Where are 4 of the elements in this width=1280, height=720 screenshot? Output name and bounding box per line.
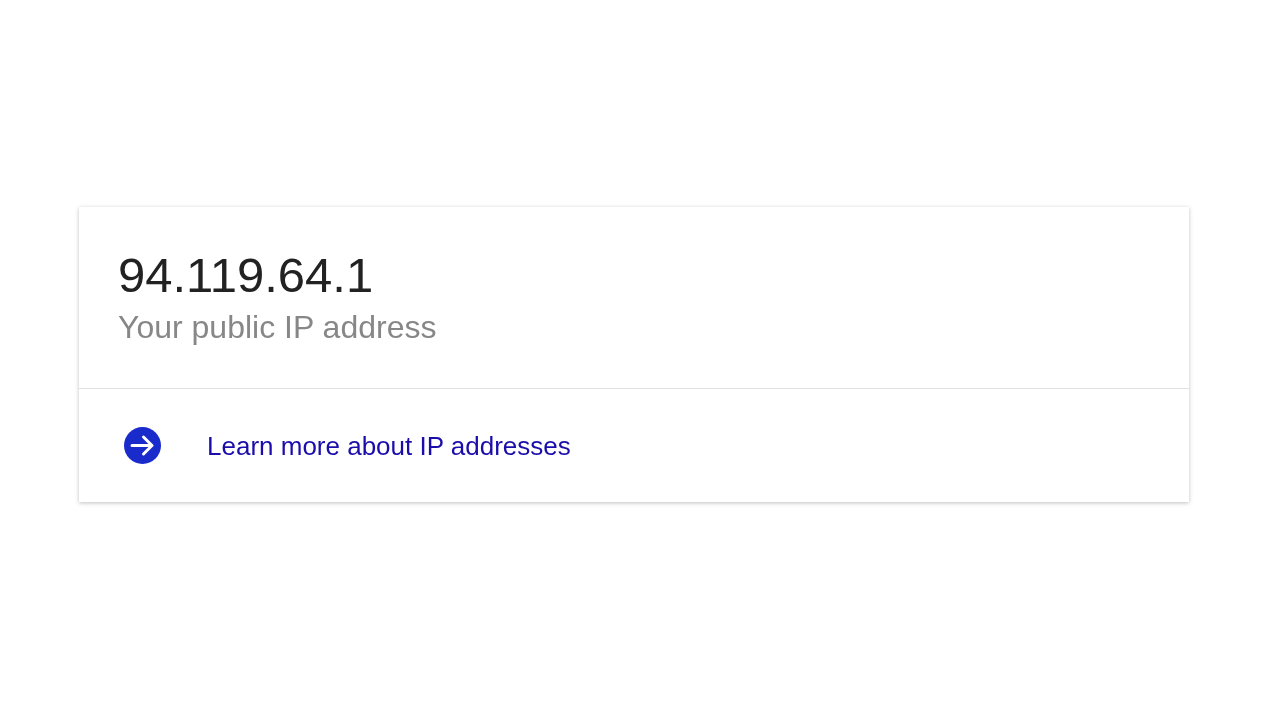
- arrow-circle-icon: [124, 427, 161, 464]
- learn-more-link[interactable]: Learn more about IP addresses: [207, 429, 571, 462]
- ip-caption-text: Your public IP address: [118, 308, 437, 347]
- ip-address-text: 94.119.64.1: [118, 247, 374, 303]
